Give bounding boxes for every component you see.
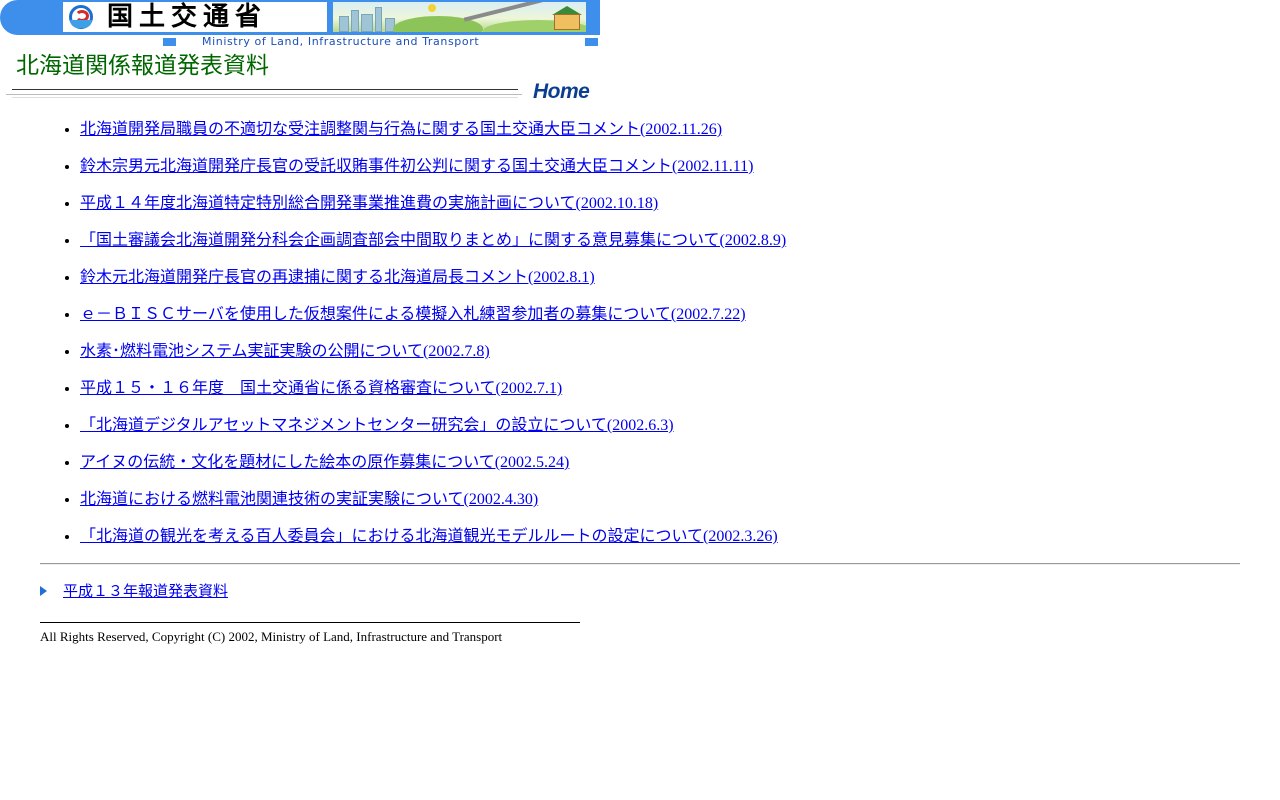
ministry-name-en: Ministry of Land, Infrastructure and Tra… [202,35,480,48]
ministry-subtitle-bar: Ministry of Land, Infrastructure and Tra… [0,35,600,48]
list-item: 水素･燃料電池システム実証実験の公開について(2002.7.8) [80,340,1240,377]
press-release-link[interactable]: 「北海道の観光を考える百人委員会」における北海道観光モデルルートの設定について(… [80,528,778,545]
list-item: 「北海道デジタルアセットマネジメントセンター研究会」の設立について(2002.6… [80,414,1240,451]
press-release-link[interactable]: アイヌの伝統・文化を題材にした絵本の原作募集について(2002.5.24) [80,454,569,471]
landscape-banner-image [333,2,586,32]
archive-link-label: 平成１３年報道発表資料 [63,582,229,600]
header-banner: 国土交通省 [0,0,600,35]
press-release-link[interactable]: 平成１４年度北海道特定特別総合開発事業推進費の実施計画について(2002.10.… [80,195,658,212]
ministry-name-jp: 国土交通省 [107,2,268,32]
list-item: アイヌの伝統・文化を題材にした絵本の原作募集について(2002.5.24) [80,451,1240,488]
arrow-right-icon [40,586,47,596]
press-release-link[interactable]: 鈴木宗男元北海道開発庁長官の受託収賄事件初公判に関する国土交通大臣コメント(20… [80,158,753,175]
section-divider [40,563,1240,565]
press-release-link[interactable]: 北海道開発局職員の不適切な受注調整関与行為に関する国土交通大臣コメント(2002… [80,121,722,138]
banner-pill-shape [0,0,36,35]
archive-2001-link[interactable]: 平成１３年報道発表資料 [40,580,228,602]
press-release-link[interactable]: 平成１５・１６年度 国土交通省に係る資格審査について(2002.7.1) [80,380,562,397]
copyright-notice: All Rights Reserved, Copyright (C) 2002,… [40,629,503,644]
list-item: 北海道における燃料電池関連技術の実証実験について(2002.4.30) [80,488,1240,525]
press-release-link[interactable]: 「国土審議会北海道開発分科会企画調査部会中間取りまとめ」に関する意見募集について… [80,232,786,249]
title-divider [12,89,518,90]
ministry-logo[interactable]: 国土交通省 [63,2,327,32]
press-release-link[interactable]: 「北海道デジタルアセットマネジメントセンター研究会」の設立について(2002.6… [80,417,674,434]
list-item: 「北海道の観光を考える百人委員会」における北海道観光モデルルートの設定について(… [80,525,1240,562]
bar-square-right [585,38,598,46]
home-link[interactable]: Home [533,79,590,105]
press-release-link[interactable]: 水素･燃料電池システム実証実験の公開について(2002.7.8) [80,343,490,360]
page-title: 北海道関係報道発表資料 [16,53,269,79]
list-item: 平成１４年度北海道特定特別総合開発事業推進費の実施計画について(2002.10.… [80,192,1240,229]
footer-divider [40,622,580,623]
press-release-link[interactable]: 鈴木元北海道開発庁長官の再逮捕に関する北海道局長コメント(2002.8.1) [80,269,595,286]
list-item: 平成１５・１６年度 国土交通省に係る資格審査について(2002.7.1) [80,377,1240,414]
list-item: 鈴木元北海道開発庁長官の再逮捕に関する北海道局長コメント(2002.8.1) [80,266,1240,303]
list-item: ｅ－ＢＩＳＣサーバを使用した仮想案件による模擬入札練習参加者の募集について(20… [80,303,1240,340]
press-release-link[interactable]: ｅ－ＢＩＳＣサーバを使用した仮想案件による模擬入札練習参加者の募集について(20… [80,306,746,323]
press-release-list: 北海道開発局職員の不適切な受注調整関与行為に関する国土交通大臣コメント(2002… [40,118,1240,562]
list-item: 「国土審議会北海道開発分科会企画調査部会中間取りまとめ」に関する意見募集について… [80,229,1240,266]
list-item: 北海道開発局職員の不適切な受注調整関与行為に関する国土交通大臣コメント(2002… [80,118,1240,155]
list-item: 鈴木宗男元北海道開発庁長官の受託収賄事件初公判に関する国土交通大臣コメント(20… [80,155,1240,192]
mlit-emblem-icon [67,4,97,30]
bar-square-left [163,38,176,46]
title-divider-shadow [6,94,522,95]
title-divider-light [12,97,518,98]
press-release-link[interactable]: 北海道における燃料電池関連技術の実証実験について(2002.4.30) [80,491,538,508]
